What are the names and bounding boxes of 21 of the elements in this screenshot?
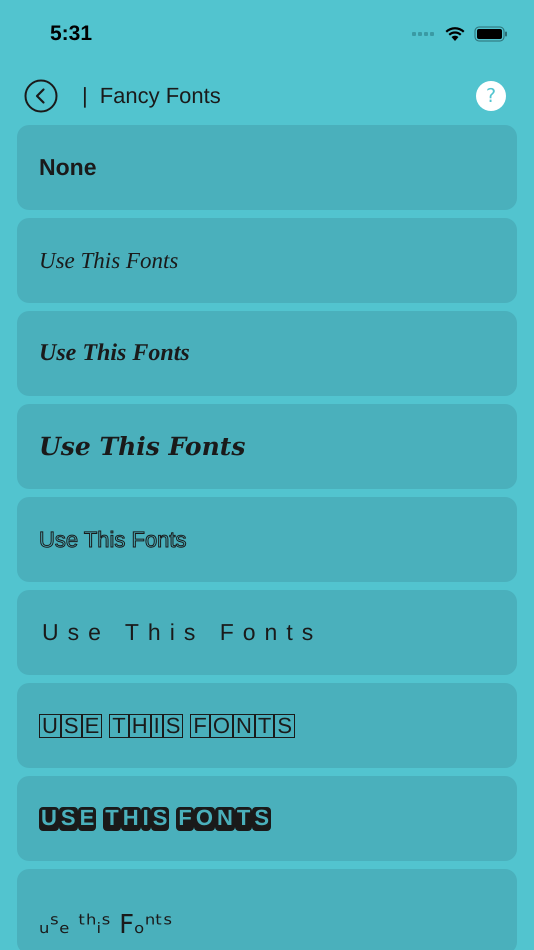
status-time: 5:31 [50,22,92,46]
font-sample: Use This Fonts [39,248,178,274]
wifi-icon [444,26,466,42]
font-option[interactable]: ᵤˢₑ ᵗʰᵢˢ Fₒⁿᵗˢ [17,869,517,950]
page-title: Fancy Fonts [100,83,221,109]
font-sample: Use This Fonts [39,340,190,367]
back-button[interactable] [24,79,58,113]
font-sample: Use This Fonts [42,619,322,646]
title-separator: | [82,83,88,109]
font-sample: None [39,154,96,181]
font-sample: Use This Fonts [39,432,246,461]
font-sample: ᵤˢₑ ᵗʰᵢˢ Fₒⁿᵗˢ [39,910,173,940]
font-option[interactable]: Use This Fonts [17,590,517,675]
signal-icon [412,31,436,37]
font-option[interactable]: Use This Fonts [17,497,517,582]
font-option[interactable]: Use This Fonts [17,311,517,396]
battery-icon [474,26,508,42]
font-option[interactable]: Use This Fonts [17,404,517,489]
font-sample: Use This Fonts [39,526,187,552]
font-option[interactable]: None [17,125,517,210]
font-option[interactable]: Use This Fonts [17,218,517,303]
